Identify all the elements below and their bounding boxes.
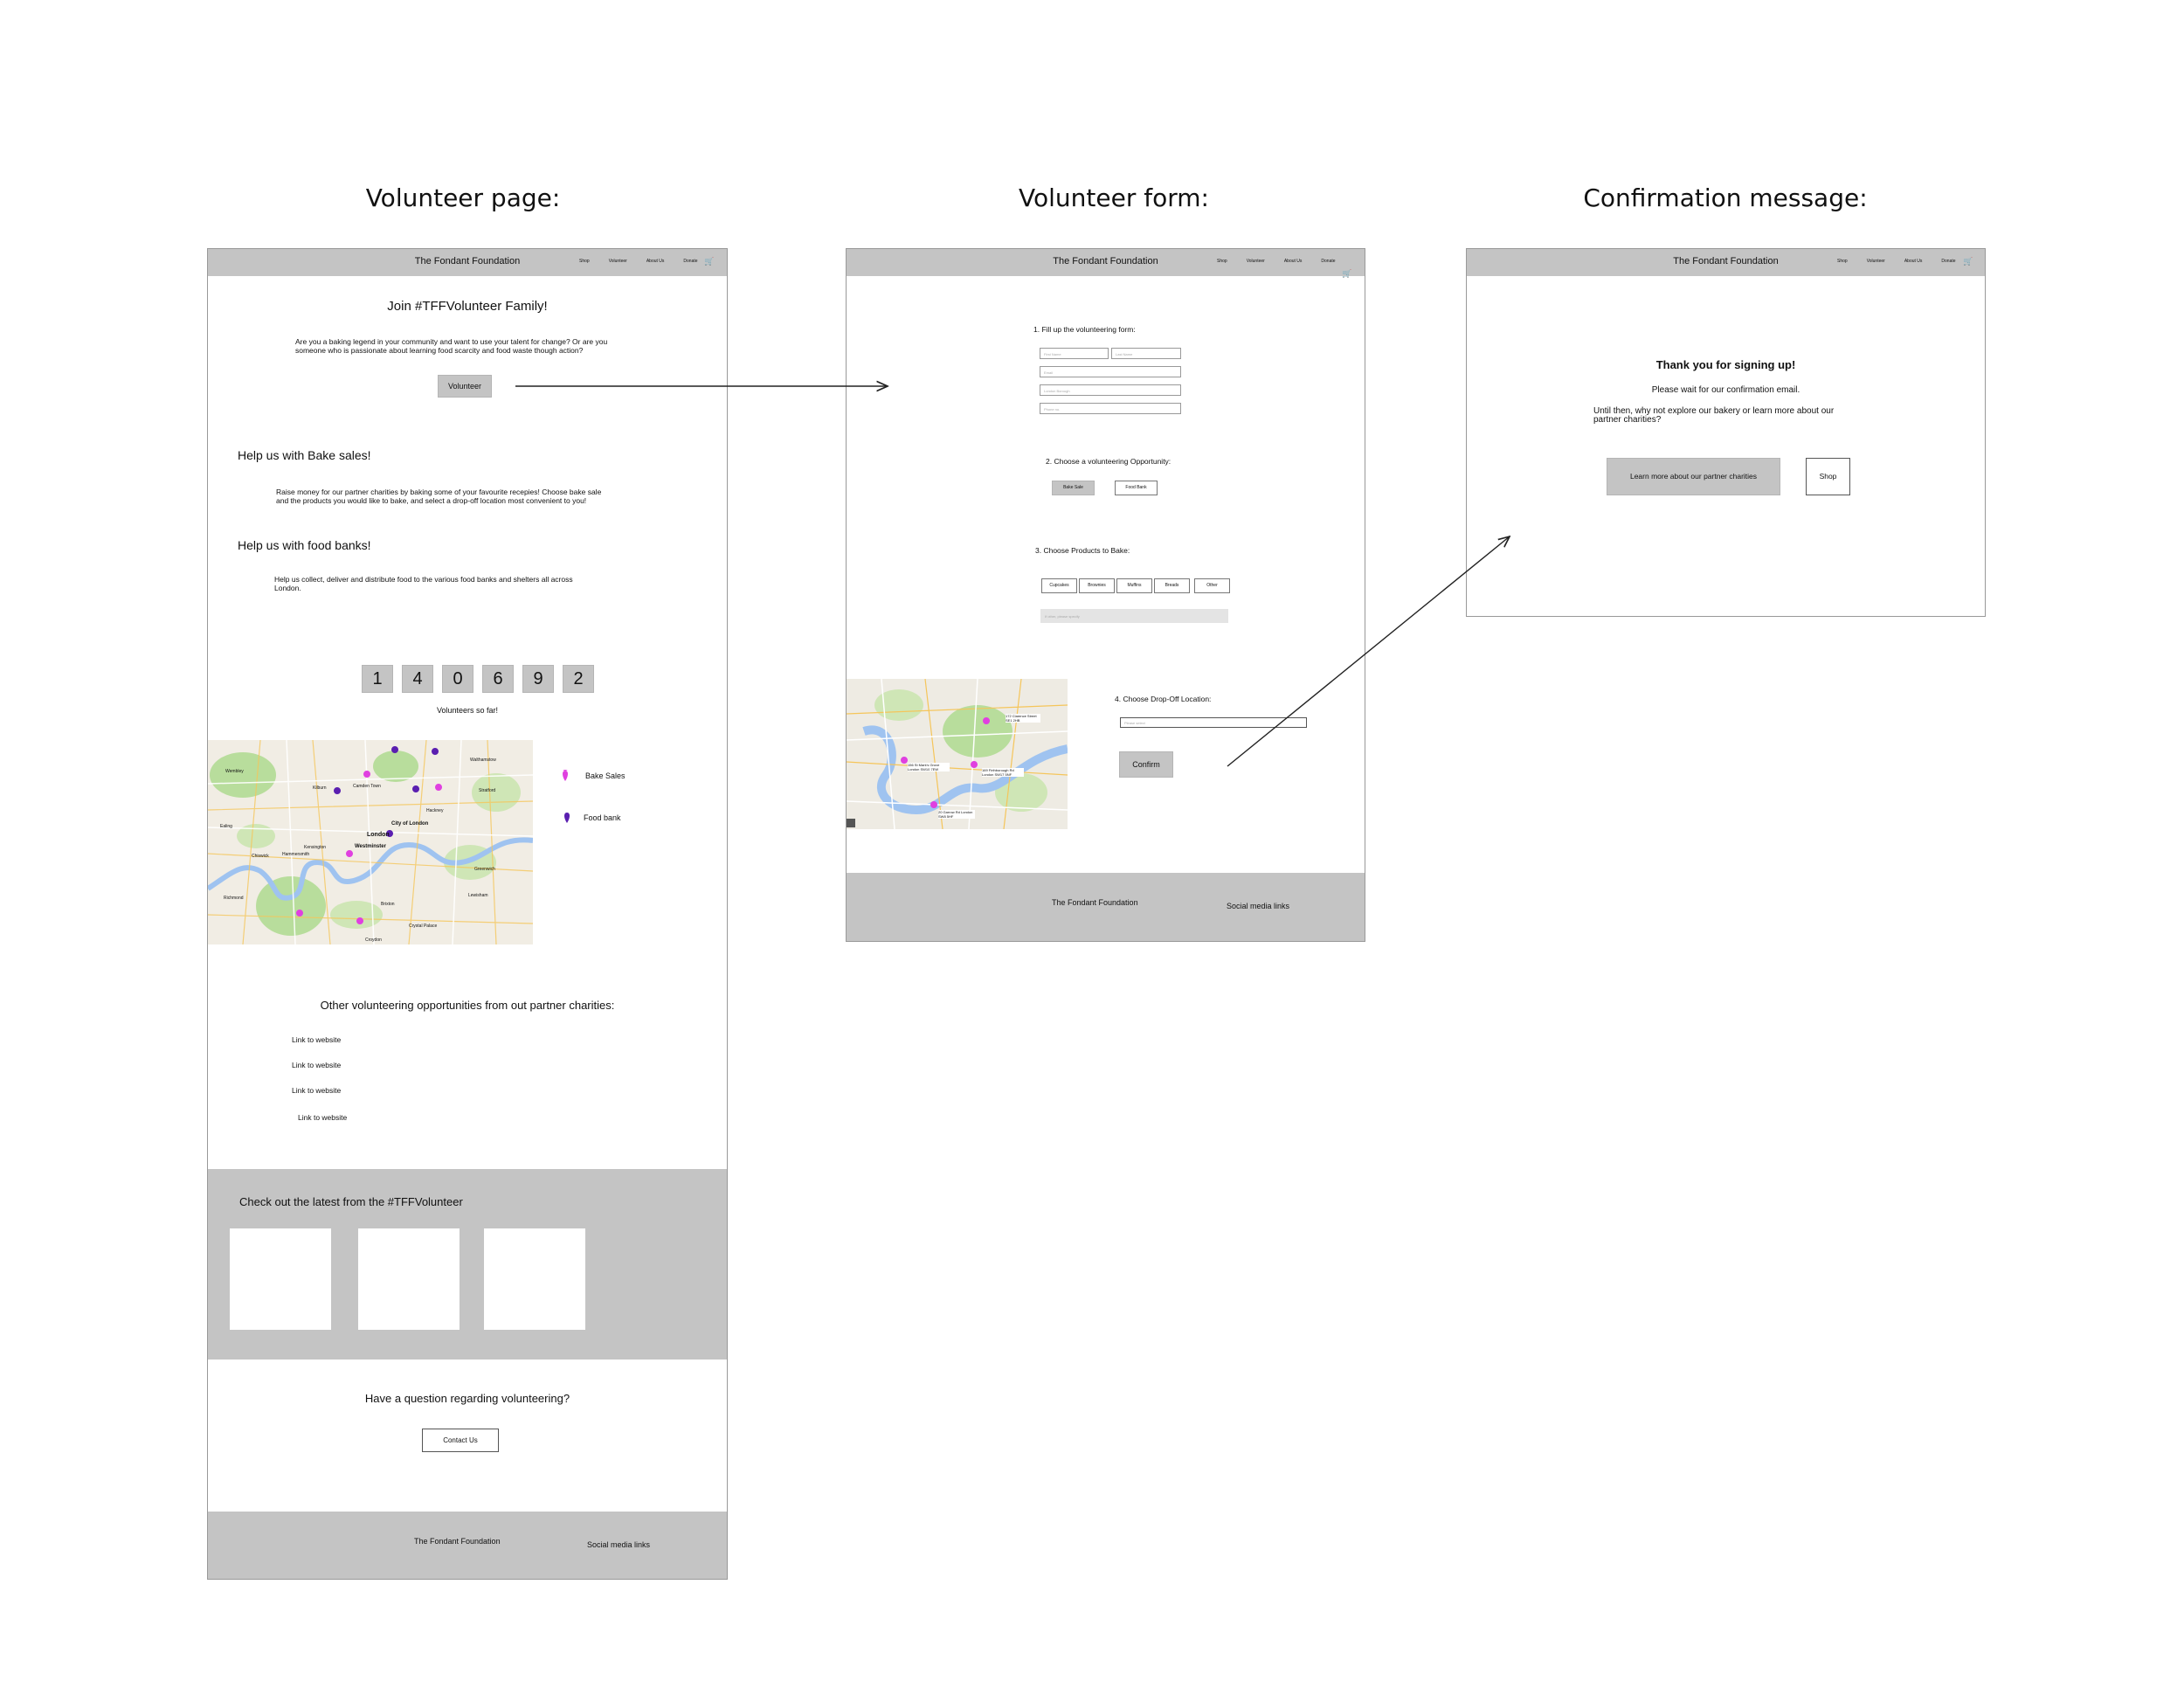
flow-arrows (515, 0, 2184, 767)
arrow-to-confirmation (1227, 536, 1510, 767)
